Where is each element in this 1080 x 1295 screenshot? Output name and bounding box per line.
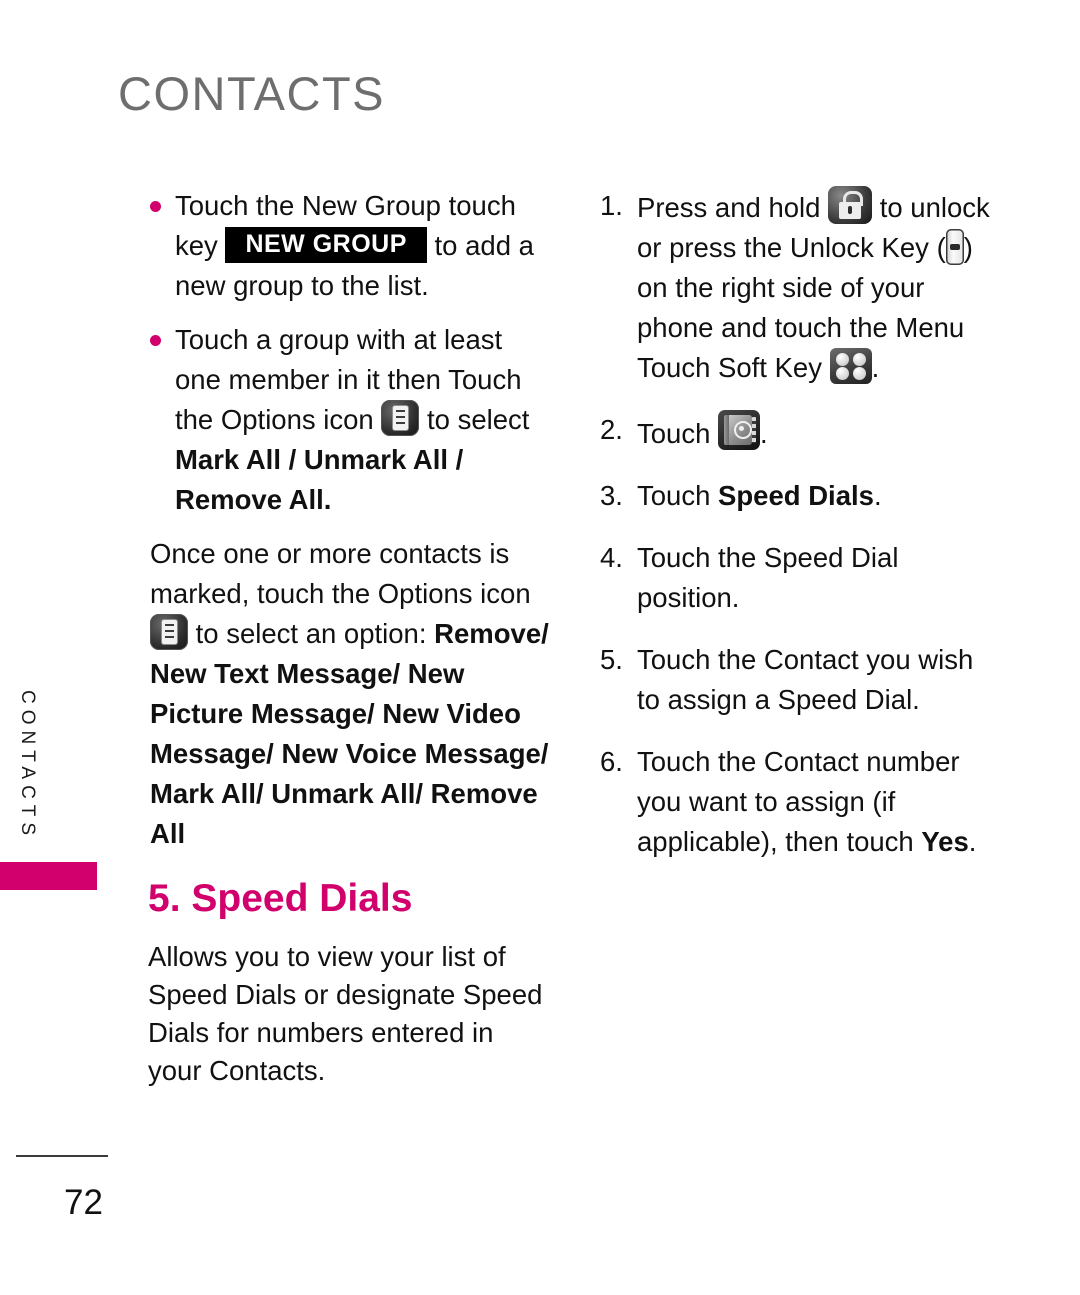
step-number: 3.	[600, 480, 623, 511]
side-tab-accent-bar	[0, 862, 97, 890]
menu-soft-key-icon	[829, 348, 872, 384]
step-3-part1: Touch	[637, 480, 719, 511]
contacts-book-icon	[718, 410, 761, 450]
list-item: Touch the New Group touch key NEW GROUP …	[150, 186, 550, 306]
paragraph-text-after: to select an option:	[195, 618, 427, 649]
section-body-text: Allows you to view your list of Speed Di…	[148, 941, 543, 1086]
numbered-step: 5. Touch the Contact you wish to assign …	[600, 640, 1000, 720]
new-group-key-badge[interactable]: NEW GROUP	[225, 227, 427, 263]
left-column: Touch the New Group touch key NEW GROUP …	[150, 186, 550, 854]
step-2-part1: Touch	[637, 418, 711, 449]
numbered-step: 1. Press and hold to unlock or press the…	[600, 186, 1000, 388]
options-icon	[150, 614, 188, 650]
step-6-part2: .	[968, 826, 977, 857]
step-6-part1: Touch the Contact number you want to ass…	[637, 746, 960, 857]
bullet-dot-icon	[150, 335, 161, 346]
page-number: 72	[64, 1183, 103, 1222]
section-heading: 5. Speed Dials	[148, 877, 413, 920]
options-paragraph: Once one or more contacts is marked, tou…	[150, 534, 550, 854]
numbered-step: 4. Touch the Speed Dial position.	[600, 538, 1000, 618]
step-number: 2.	[600, 414, 623, 445]
lock-icon	[828, 186, 873, 224]
step-2-part2: .	[760, 418, 768, 449]
step-number: 1.	[600, 190, 623, 221]
step-3-part2: .	[873, 480, 882, 511]
step-3-bold: Speed Dials	[718, 480, 874, 511]
bullet-dot-icon	[150, 201, 161, 212]
step-1-part4: .	[871, 352, 880, 383]
numbered-step: 3. Touch Speed Dials.	[600, 476, 1000, 516]
side-unlock-key-icon	[945, 229, 964, 265]
list-item: Touch a group with at least one member i…	[150, 320, 550, 520]
bullet-2-bold-options: Mark All / Unmark All / Remove All.	[175, 444, 464, 515]
page-title: CONTACTS	[118, 67, 386, 120]
bullet-2-text-after: to select	[427, 404, 530, 435]
step-1-part1: Press and hold	[637, 192, 821, 223]
paragraph-text-before: Once one or more contacts is marked, tou…	[150, 538, 531, 609]
step-number: 6.	[600, 746, 623, 777]
step-number: 4.	[600, 542, 623, 573]
numbered-step: 6. Touch the Contact number you want to …	[600, 742, 1000, 862]
step-6-bold: Yes	[921, 826, 969, 857]
side-tab-label: CONTACTS	[17, 690, 38, 842]
options-icon	[381, 400, 420, 436]
step-4-text: Touch the Speed Dial position.	[637, 542, 899, 613]
right-column: 1. Press and hold to unlock or press the…	[600, 186, 1000, 884]
numbered-step: 2. Touch .	[600, 410, 1000, 454]
step-number: 5.	[600, 644, 623, 675]
paragraph-options-list: Remove/ New Text Message/ New Picture Me…	[150, 618, 549, 849]
step-5-text: Touch the Contact you wish to assign a S…	[637, 644, 974, 715]
footer-divider	[16, 1155, 108, 1157]
